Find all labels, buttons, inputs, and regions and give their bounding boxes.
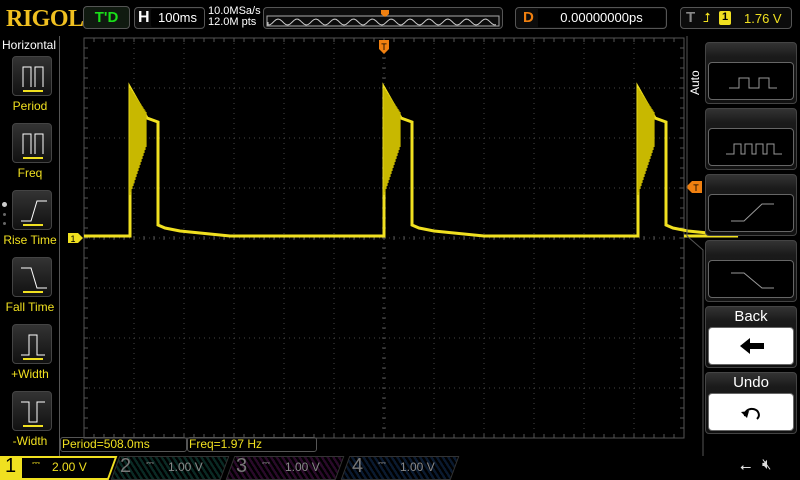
undo-icon <box>741 407 760 420</box>
freq-measurement[interactable]: Freq=1.97 Hz <box>187 437 317 452</box>
period-measurement[interactable]: Period=508.0ms <box>60 437 187 452</box>
ch4-number: 4 <box>352 455 364 477</box>
ch1-trace-noise <box>129 88 655 195</box>
auto-fall-button[interactable] <box>705 240 797 302</box>
svg-text:1: 1 <box>70 234 75 244</box>
usb-icon: ⭠ <box>740 458 752 474</box>
dc-coupling-icon: ⎓ <box>378 458 386 469</box>
auto-freq-button[interactable] <box>705 108 797 170</box>
back-arrow-icon <box>740 338 764 354</box>
auto-rise-button[interactable] <box>705 174 797 236</box>
ch4-scale: 1.00 V <box>400 460 435 474</box>
ch1-scale: 2.00 V <box>52 460 87 474</box>
sound-muted-icon[interactable]: 🔇︎ <box>762 456 771 473</box>
ch2-scale: 1.00 V <box>168 460 203 474</box>
ch1-number: 1 <box>5 455 17 477</box>
ch1-ground-marker: 1 <box>68 233 83 244</box>
ch3-scale: 1.00 V <box>285 460 320 474</box>
auto-period-button[interactable] <box>705 42 797 104</box>
undo-label: Undo <box>733 374 769 391</box>
menu-mode-label: Auto <box>688 70 702 95</box>
pulse-train-icon <box>726 143 782 155</box>
trigger-position-marker: T <box>379 40 389 54</box>
softkey-menu: Back Undo <box>686 36 800 456</box>
falling-edge-icon <box>731 272 774 289</box>
rising-edge-icon <box>731 203 774 222</box>
back-label: Back <box>734 308 768 325</box>
ch3-number: 3 <box>236 455 248 477</box>
square-wave-icon <box>729 77 777 89</box>
dc-coupling-icon: ⎓ <box>262 458 270 469</box>
waveform-display[interactable]: T T 1 <box>0 0 800 480</box>
undo-button[interactable]: Undo <box>705 372 797 434</box>
svg-text:T: T <box>381 42 387 52</box>
ch2-number: 2 <box>120 455 132 477</box>
dc-coupling-icon: ⎓ <box>32 458 40 469</box>
dc-coupling-icon: ⎓ <box>146 458 154 469</box>
back-button[interactable]: Back <box>705 306 797 368</box>
